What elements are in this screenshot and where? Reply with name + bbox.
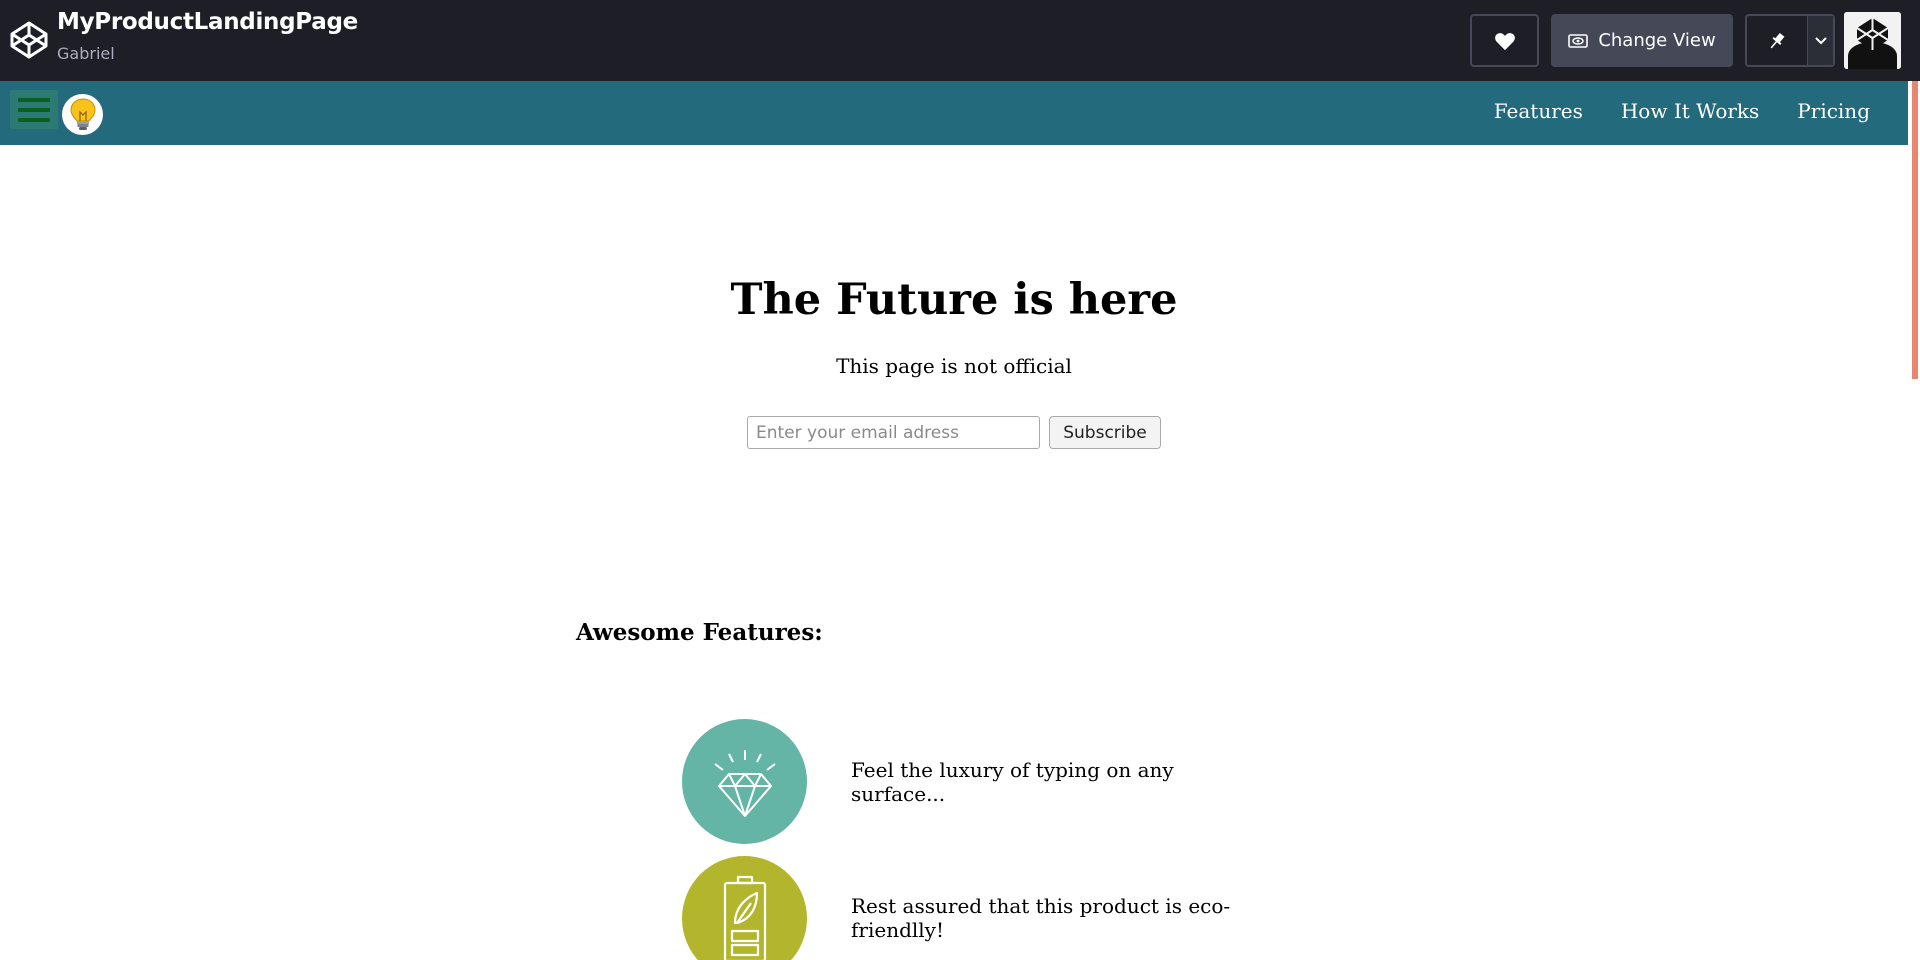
- heart-icon: [1494, 32, 1515, 50]
- hamburger-menu-icon[interactable]: [10, 90, 58, 129]
- nav-link-how-it-works[interactable]: How It Works: [1621, 99, 1759, 123]
- product-navbar: Features How It Works Pricing: [0, 81, 1908, 145]
- email-input[interactable]: [747, 416, 1040, 449]
- codepen-icon[interactable]: [9, 20, 49, 60]
- hero-subtitle: This page is not official: [836, 354, 1072, 378]
- nav-links: Features How It Works Pricing: [1494, 99, 1870, 123]
- hero-title: The Future is here: [730, 275, 1178, 325]
- eco-battery-icon: [682, 856, 807, 960]
- feature-text-luxury: Feel the luxury of typing on any surface…: [851, 758, 1174, 806]
- change-view-label: Change View: [1598, 30, 1716, 51]
- diamond-icon: [682, 719, 807, 844]
- love-button[interactable]: [1470, 14, 1539, 67]
- pen-author[interactable]: Gabriel: [57, 44, 115, 63]
- chevron-down-icon: [1814, 36, 1827, 44]
- pen-title[interactable]: MyProductLandingPage: [57, 9, 358, 35]
- subscribe-button[interactable]: Subscribe: [1049, 416, 1161, 449]
- pin-toggle[interactable]: [1747, 16, 1807, 65]
- pin-dropdown[interactable]: [1807, 16, 1833, 65]
- change-view-button[interactable]: Change View: [1551, 14, 1733, 67]
- pin-icon: [1770, 32, 1785, 48]
- lightbulb-icon[interactable]: [62, 94, 103, 135]
- scrollbar-thumb[interactable]: [1912, 81, 1918, 379]
- nav-link-pricing[interactable]: Pricing: [1797, 99, 1870, 123]
- features-heading: Awesome Features:: [576, 619, 823, 646]
- nav-link-features[interactable]: Features: [1494, 99, 1583, 123]
- avatar[interactable]: [1844, 12, 1901, 69]
- codepen-header: MyProductLandingPage Gabriel Change View: [0, 0, 1920, 81]
- pin-button[interactable]: [1745, 14, 1835, 67]
- eye-icon: [1568, 33, 1589, 48]
- feature-text-eco: Rest assured that this product is eco-fr…: [851, 894, 1231, 942]
